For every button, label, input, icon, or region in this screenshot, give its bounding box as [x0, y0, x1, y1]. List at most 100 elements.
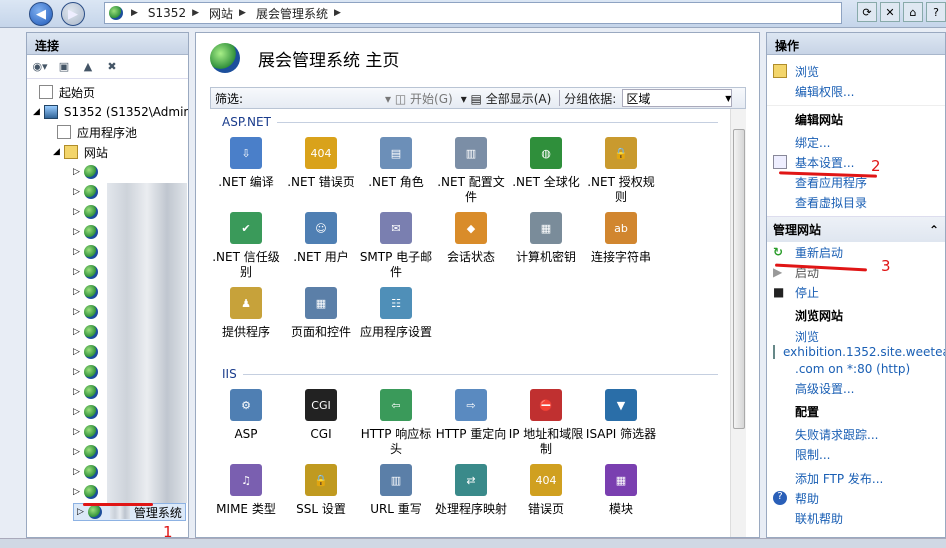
tree-item-site[interactable]: ▷ [73, 483, 106, 501]
up-folder-icon[interactable]: ▲ [79, 59, 97, 75]
expand-icon[interactable]: ▷ [73, 307, 80, 317]
aspnet-feature[interactable]: ▤ .NET 角色 [358, 137, 434, 190]
iis-feature[interactable]: 404 错误页 [508, 464, 584, 517]
expand-icon[interactable]: ▷ [73, 207, 80, 217]
aspnet-feature[interactable]: ☷ 应用程序设置 [358, 287, 434, 340]
crumb-sites[interactable]: 网站 [209, 5, 233, 22]
expand-icon[interactable]: ▷ [73, 187, 80, 197]
tree-item-site[interactable]: ▷ [73, 423, 106, 441]
tree-item-site[interactable]: ▷ [73, 363, 106, 381]
iis-feature[interactable]: 🔒 SSL 设置 [283, 464, 359, 517]
groupby-select[interactable]: 区域 ▼ [622, 89, 733, 107]
forward-button[interactable]: ▶ [61, 2, 85, 26]
iis-feature[interactable]: ⇄ 处理程序映射 [433, 464, 509, 517]
aspnet-feature[interactable]: 🔒 .NET 授权规则 [583, 137, 659, 205]
iis-feature[interactable]: ▼ ISAPI 筛选器 [583, 389, 659, 442]
tree-item-site[interactable]: ▷ [73, 263, 106, 281]
aspnet-feature[interactable]: ◍ .NET 全球化 [508, 137, 584, 190]
stop-icon[interactable]: ✕ [880, 2, 900, 22]
action-limits[interactable]: 限制... [767, 444, 945, 464]
aspnet-feature[interactable]: ✔ .NET 信任级别 [208, 212, 284, 280]
tree-item-site[interactable]: ▷ [73, 183, 106, 201]
expand-icon[interactable]: ▷ [73, 387, 80, 397]
iis-feature[interactable]: ♫ MIME 类型 [208, 464, 284, 517]
save-icon[interactable]: ▣ [55, 59, 73, 75]
expand-icon[interactable]: ◢ [33, 107, 40, 117]
expand-icon[interactable]: ▷ [73, 487, 80, 497]
iis-feature[interactable]: CGI CGI [283, 389, 359, 442]
tree-item-site[interactable]: ▷ [73, 243, 106, 261]
action-basic-settings[interactable]: 基本设置... [767, 152, 945, 172]
refresh-icon[interactable]: ⟳ [857, 2, 877, 22]
expand-icon[interactable]: ▷ [77, 507, 84, 517]
tree-item-site[interactable]: ▷ [73, 383, 106, 401]
tree-item-server[interactable]: ◢ S1352 (S1352\Admin [33, 103, 188, 121]
tree-item-start[interactable]: 起始页 [39, 83, 95, 101]
iis-feature[interactable]: ⚙ ASP [208, 389, 284, 442]
iis-feature[interactable]: ⛔ IP 地址和域限制 [508, 389, 584, 457]
expand-icon[interactable]: ▷ [73, 267, 80, 277]
expand-icon[interactable]: ▷ [73, 227, 80, 237]
disconnect-icon[interactable]: ✖ [103, 59, 121, 75]
aspnet-feature[interactable]: ⇩ .NET 编译 [208, 137, 284, 190]
crumb-server[interactable]: S1352 [148, 6, 186, 20]
action-advanced-settings[interactable]: 高级设置... [767, 378, 945, 398]
expand-icon[interactable]: ▷ [73, 427, 80, 437]
go-button[interactable]: ▾ ◫ 开始(G) [385, 90, 453, 107]
expand-icon[interactable]: ▷ [73, 467, 80, 477]
aspnet-feature[interactable]: ♟ 提供程序 [208, 287, 284, 340]
action-restart[interactable]: ↻ 重新启动 [767, 242, 945, 262]
expand-icon[interactable]: ▷ [73, 347, 80, 357]
expand-icon[interactable]: ▷ [73, 447, 80, 457]
action-browse-url[interactable]: exhibition.1352.site.weetea [767, 344, 945, 360]
tree-item-site[interactable]: ▷ [73, 343, 106, 361]
action-edit-permissions[interactable]: 编辑权限... [767, 81, 945, 101]
back-button[interactable]: ◀ [29, 2, 53, 26]
action-bindings[interactable]: 绑定... [767, 132, 945, 152]
expand-icon[interactable]: ▷ [73, 167, 80, 177]
expand-icon[interactable]: ▷ [73, 407, 80, 417]
expand-icon[interactable]: ▷ [73, 327, 80, 337]
iis-feature[interactable]: ▥ URL 重写 [358, 464, 434, 517]
iis-feature[interactable]: ⇨ HTTP 重定向 [433, 389, 509, 442]
tree-item-site[interactable]: ▷ [73, 403, 106, 421]
aspnet-feature[interactable]: 404 .NET 错误页 [283, 137, 359, 190]
aspnet-feature[interactable]: ab 连接字符串 [583, 212, 659, 265]
manage-site-header[interactable]: 管理网站 ⌃ [767, 217, 945, 242]
collapse-icon[interactable]: ⌃ [929, 223, 939, 237]
help-icon[interactable]: ? [926, 2, 946, 22]
aspnet-feature[interactable]: ✉ SMTP 电子邮件 [358, 212, 434, 280]
iis-feature[interactable]: ⇦ HTTP 响应标头 [358, 389, 434, 457]
connect-icon[interactable]: ◉▾ [31, 59, 49, 75]
tree-item-sites[interactable]: ◢ 网站 [53, 143, 108, 161]
tree-item-site[interactable]: ▷ [73, 283, 106, 301]
tree-item-site[interactable]: ▷ [73, 443, 106, 461]
breadcrumb[interactable]: ▶ S1352 ▶ 网站 ▶ 展会管理系统 ▶ [104, 2, 842, 24]
expand-icon[interactable]: ▷ [73, 247, 80, 257]
tree-item-site[interactable]: ▷ [73, 463, 106, 481]
tree-item-site[interactable]: ▷ [73, 203, 106, 221]
aspnet-feature[interactable]: ☺ .NET 用户 [283, 212, 359, 265]
expand-icon[interactable]: ◢ [53, 147, 60, 157]
action-online-help[interactable]: 联机帮助 [767, 508, 945, 528]
action-browse[interactable]: 浏览 [767, 328, 945, 344]
aspnet-feature[interactable]: ▥ .NET 配置文件 [433, 137, 509, 205]
action-stop[interactable]: ■ 停止 [767, 282, 945, 302]
tree-item-apppools[interactable]: 应用程序池 [57, 123, 137, 141]
action-help[interactable]: ? 帮助 [767, 488, 945, 508]
crumb-site[interactable]: 展会管理系统 [256, 5, 328, 22]
tree-item-site[interactable]: ▷ [73, 323, 106, 341]
expand-icon[interactable]: ▷ [73, 367, 80, 377]
aspnet-feature[interactable]: ▦ 计算机密钥 [508, 212, 584, 265]
home-icon[interactable]: ⌂ [903, 2, 923, 22]
action-explore[interactable]: 浏览 [767, 61, 945, 81]
filter-input[interactable] [245, 89, 376, 107]
action-add-ftp[interactable]: 添加 FTP 发布... [767, 468, 945, 488]
vertical-scrollbar[interactable] [730, 109, 746, 537]
action-view-vdirs[interactable]: 查看虚拟目录 [767, 192, 945, 212]
tree-item-site[interactable]: ▷ [73, 163, 106, 181]
show-all-button[interactable]: ▾ ▤ 全部显示(A) [461, 90, 552, 107]
action-failed-request-tracing[interactable]: 失败请求跟踪... [767, 424, 945, 444]
aspnet-feature[interactable]: ▦ 页面和控件 [283, 287, 359, 340]
scrollbar-thumb[interactable] [733, 129, 745, 429]
